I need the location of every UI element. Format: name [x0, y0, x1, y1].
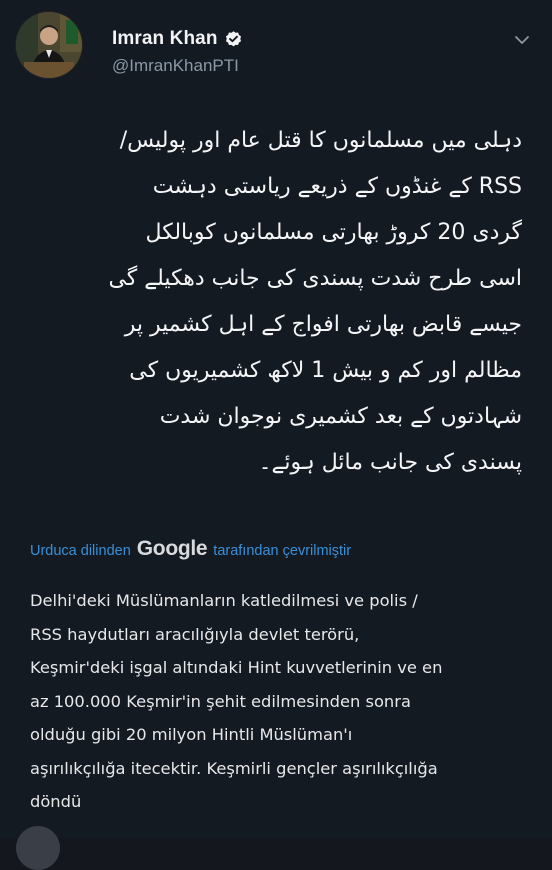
translation-line: az 100.000 Keşmir'in şehit edilmesinden …: [30, 691, 411, 711]
reply-avatar[interactable]: [16, 826, 60, 870]
author-display-name[interactable]: Imran Khan: [112, 28, 218, 50]
tweet-translation-text: Delhi'deki Müslümanların katledilmesi ve…: [30, 584, 530, 819]
tweet-original-text: دہلی میں مسلمانوں کا قتل عام اور پولیس/ …: [32, 118, 522, 486]
tweet-text-line: جیسے قابض بھارتی افواج کے اہل کشمیر پر: [124, 312, 522, 337]
google-logo: Google: [136, 537, 208, 560]
tweet-text-line: مظالم اور کم و بیش 1 لاکھ کشمیریوں کی: [129, 358, 522, 383]
tweet-text-line: گردی 20 کروڑ بھارتی مسلمانوں کوبالکل: [145, 220, 522, 245]
author-name-row: Imran Khan: [112, 28, 243, 50]
translation-label-after: tarafından çevrilmiştir: [213, 543, 352, 559]
profile-photo: [16, 12, 82, 78]
translation-line: RSS haydutları aracılığıyla devlet terör…: [30, 624, 360, 644]
author-avatar[interactable]: [16, 12, 82, 78]
translation-line: olduğu gibi 20 milyon Hintli Müslüman'ı: [30, 725, 353, 744]
translation-label-before: Urduca dilinden: [30, 543, 131, 559]
verified-badge-icon: [224, 30, 243, 49]
tweet-text-line: RSS کے غنڈوں کے ذریعے ریاستی دہشت: [152, 174, 522, 199]
translation-line: döndü: [30, 792, 82, 811]
tweet-card: Imran Khan @ImranKhanPTI دہلی میں مسلمان…: [0, 0, 552, 870]
tweet-text-line: دہلی میں مسلمانوں کا قتل عام اور پولیس/: [119, 128, 522, 153]
chevron-down-icon[interactable]: [512, 30, 532, 50]
tweet-text-line: شہادتوں کے بعد کشمیری نوجوان شدت: [159, 404, 522, 429]
tweet-header: Imran Khan @ImranKhanPTI: [16, 12, 536, 82]
translation-line: Delhi'deki Müslümanların katledilmesi ve…: [30, 591, 418, 610]
translation-line: aşırılıkçılığa itecektir. Keşmirli gençl…: [30, 758, 438, 778]
author-handle[interactable]: @ImranKhanPTI: [112, 56, 239, 76]
translation-attribution[interactable]: Urduca dilinden Google tarafından çevril…: [30, 537, 351, 561]
tweet-text-line: پسندی کی جانب مائل ہوئے۔: [258, 450, 522, 475]
translation-line: Keşmir'deki işgal altındaki Hint kuvvetl…: [30, 658, 443, 677]
tweet-text-line: اسی طرح شدت پسندی کی جانب دھکیلے گی: [108, 266, 522, 291]
